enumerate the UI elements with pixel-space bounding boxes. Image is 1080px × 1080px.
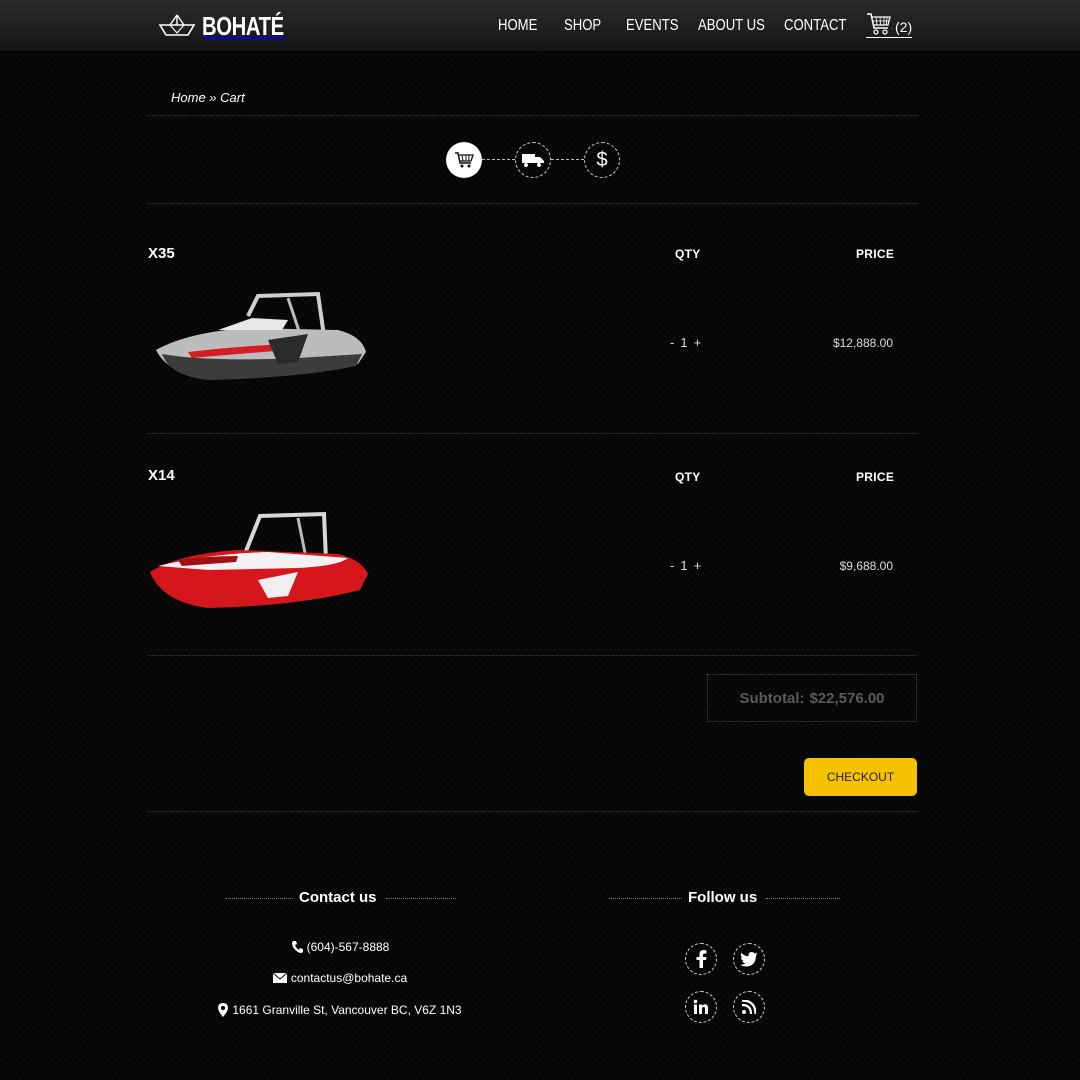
step-cart[interactable] [446, 142, 482, 178]
contact-phone: (604)-567-8888 [148, 940, 532, 954]
site-header: BOHATÉ HOME SHOP EVENTS ABOUT US CONTACT… [0, 0, 1080, 52]
footer-rule [766, 898, 840, 899]
contact-email: contactus@bohate.ca [148, 971, 532, 985]
twitter-icon [740, 951, 758, 966]
dollar-icon: $ [596, 148, 608, 171]
twitter-link[interactable] [733, 943, 765, 975]
shopping-cart-icon [867, 13, 891, 35]
breadcrumb-home[interactable]: Home [171, 90, 206, 105]
boat-image-red[interactable] [148, 510, 372, 614]
linkedin-icon [693, 999, 708, 1014]
phone-number[interactable]: (604)-567-8888 [307, 940, 390, 954]
qty-plus-button[interactable]: + [694, 558, 702, 573]
nav-home[interactable]: HOME [498, 17, 537, 35]
qty-header: QTY [675, 247, 701, 261]
footer-rule [386, 898, 456, 899]
item-price: $9,688.00 [839, 559, 893, 573]
nav-events[interactable]: EVENTS [626, 17, 678, 35]
main-nav: HOME SHOP EVENTS ABOUT US CONTACT [0, 17, 1080, 39]
checkout-button[interactable]: CHECKOUT [804, 758, 917, 796]
cart-item-name[interactable]: X35 [148, 245, 175, 262]
qty-minus-button[interactable]: - [670, 558, 674, 573]
phone-icon [291, 941, 303, 953]
step-shipping[interactable] [515, 142, 551, 178]
divider [148, 433, 917, 434]
cart-icon [455, 152, 474, 168]
qty-plus-button[interactable]: + [694, 335, 702, 350]
subtotal-value: $22,576.00 [809, 689, 885, 707]
qty-value: 1 [680, 335, 688, 350]
step-connector [482, 159, 515, 160]
nav-contact[interactable]: CONTACT [784, 17, 846, 35]
map-pin-icon [218, 1003, 229, 1017]
footer-rule [609, 898, 682, 899]
truck-icon [522, 154, 544, 167]
qty-value: 1 [680, 558, 688, 573]
quantity-stepper: - 1 + [670, 558, 701, 573]
subtotal-label: Subtotal: [739, 689, 805, 707]
follow-title: Follow us [688, 889, 758, 906]
qty-header: QTY [675, 470, 701, 484]
facebook-icon [696, 950, 707, 968]
step-payment[interactable]: $ [584, 142, 620, 178]
divider [148, 655, 917, 656]
rss-link[interactable] [733, 991, 765, 1023]
rss-icon [742, 1000, 756, 1014]
facebook-link[interactable] [685, 943, 717, 975]
item-price: $12,888.00 [832, 336, 893, 350]
divider [148, 115, 917, 116]
contact-title: Contact us [299, 889, 377, 906]
subtotal-box: Subtotal: $22,576.00 [707, 674, 917, 722]
qty-minus-button[interactable]: - [670, 335, 674, 350]
email-address[interactable]: contactus@bohate.ca [291, 971, 407, 985]
breadcrumb-separator: » [205, 90, 221, 105]
breadcrumb: Home » Cart [171, 90, 245, 105]
linkedin-link[interactable] [685, 991, 717, 1023]
cart-count: (2) [895, 19, 913, 35]
price-header: PRICE [856, 247, 895, 261]
contact-address: 1661 Granville St, Vancouver BC, V6Z 1N3 [148, 1003, 532, 1017]
envelope-icon [272, 973, 287, 983]
nav-shop[interactable]: SHOP [564, 17, 601, 35]
nav-about-us[interactable]: ABOUT US [698, 17, 765, 35]
boat-image-silver[interactable] [148, 288, 372, 388]
footer-rule [225, 898, 293, 899]
header-cart-link[interactable]: (2) [866, 12, 913, 38]
street-address: 1661 Granville St, Vancouver BC, V6Z 1N3 [232, 1003, 462, 1017]
cart-item-name[interactable]: X14 [148, 467, 175, 484]
divider [148, 811, 917, 812]
step-connector [551, 159, 584, 160]
breadcrumb-current: Cart [220, 90, 245, 105]
quantity-stepper: - 1 + [670, 335, 701, 350]
divider [148, 203, 917, 204]
price-header: PRICE [856, 470, 895, 484]
